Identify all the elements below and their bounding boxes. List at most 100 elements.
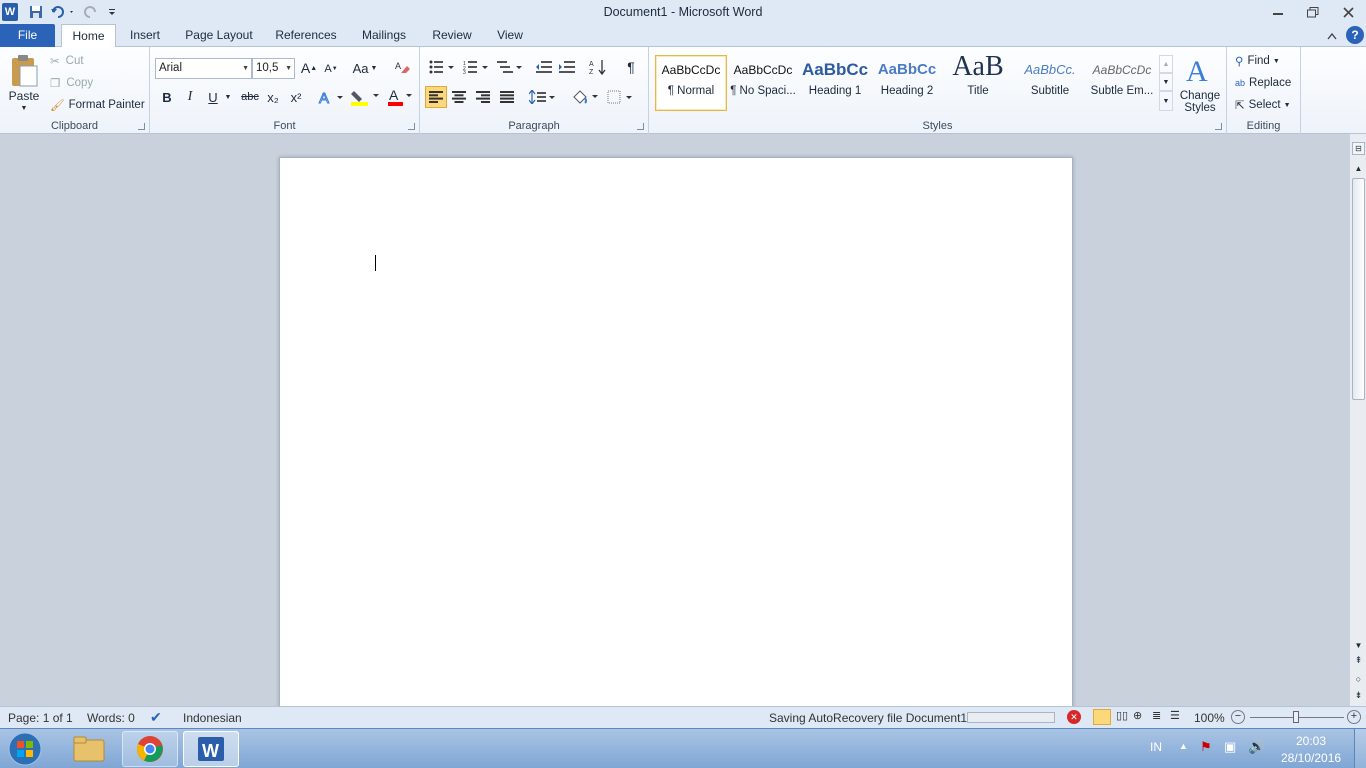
style-title[interactable]: AaB Title (943, 55, 1013, 110)
align-center-icon[interactable] (449, 87, 469, 107)
clear-formatting-icon[interactable]: A (393, 58, 413, 76)
show-formatting-icon[interactable]: ¶ (622, 57, 640, 77)
borders-icon[interactable] (606, 87, 634, 107)
tab-insert[interactable]: Insert (122, 24, 168, 47)
change-styles-button[interactable]: Change Styles (1175, 89, 1225, 115)
style-normal[interactable]: AaBbCcDc ¶ Normal (656, 55, 726, 110)
vertical-scrollbar[interactable]: ⊟ ▲ ▼ ⇞ ○ ⇟ (1349, 134, 1366, 706)
tab-file[interactable]: File (0, 24, 55, 47)
action-center-icon[interactable]: ⚑ (1200, 739, 1212, 755)
style-no-spacing[interactable]: AaBbCcDc ¶ No Spaci... (728, 55, 798, 110)
style-subtle-emphasis[interactable]: AaBbCcDc Subtle Em... (1087, 55, 1157, 110)
justify-icon[interactable] (497, 87, 517, 107)
clock-time[interactable]: 20:03 (1296, 734, 1326, 748)
word-taskbar-icon[interactable]: W (183, 731, 239, 767)
start-button[interactable] (3, 731, 47, 767)
show-hidden-icons-icon[interactable]: ▲ (1179, 741, 1188, 751)
style-heading-1[interactable]: AaBbCc Heading 1 (800, 55, 870, 110)
ruler-toggle-icon[interactable]: ⊟ (1352, 142, 1365, 155)
style-heading-2[interactable]: AaBbCc Heading 2 (872, 55, 942, 110)
network-icon[interactable]: ▣ (1224, 739, 1236, 755)
style-subtitle[interactable]: AaBbCc. Subtitle (1015, 55, 1085, 110)
paste-button[interactable]: Paste (4, 88, 44, 104)
shading-icon[interactable] (570, 87, 600, 107)
underline-dropdown-icon[interactable]: ▼ (223, 92, 233, 102)
page-count[interactable]: Page: 1 of 1 (8, 711, 73, 725)
italic-button[interactable]: I (181, 88, 199, 106)
restore-button[interactable] (1298, 2, 1328, 22)
zoom-in-icon[interactable]: + (1347, 710, 1361, 724)
previous-page-icon[interactable]: ⇞ (1352, 654, 1365, 667)
decrease-indent-icon[interactable] (534, 58, 554, 76)
help-icon[interactable]: ? (1346, 26, 1364, 44)
text-effects-icon[interactable]: A (317, 88, 345, 106)
web-layout-icon[interactable]: ⊕ (1133, 709, 1142, 722)
paragraph-launcher-icon[interactable] (637, 123, 644, 130)
bullets-icon[interactable] (428, 58, 456, 76)
scroll-up-icon[interactable]: ▲ (1352, 162, 1365, 175)
proofing-icon[interactable]: ✔ (150, 709, 162, 726)
superscript-button[interactable]: x² (286, 88, 306, 106)
next-page-icon[interactable]: ⇟ (1352, 689, 1365, 702)
file-explorer-icon[interactable] (61, 731, 117, 767)
align-right-icon[interactable] (473, 87, 493, 107)
tab-review[interactable]: Review (425, 24, 479, 47)
clock-date[interactable]: 28/10/2016 (1281, 751, 1341, 765)
bold-button[interactable]: B (158, 88, 176, 106)
replace-button[interactable]: ab Replace (1235, 75, 1291, 91)
full-screen-reading-icon[interactable]: ▯▯ (1116, 709, 1128, 722)
language-indicator[interactable]: Indonesian (183, 711, 242, 725)
minimize-button[interactable] (1263, 2, 1293, 22)
paste-dropdown-icon[interactable]: ▼ (19, 104, 29, 112)
align-left-icon[interactable] (425, 86, 447, 108)
find-button[interactable]: ⚲ Find ▼ (1235, 53, 1280, 69)
minimize-ribbon-icon[interactable] (1325, 29, 1339, 43)
styles-more-icon[interactable]: ▼ (1159, 91, 1173, 111)
paste-icon[interactable] (4, 51, 44, 89)
format-painter-button[interactable]: 🖌 Format Painter (50, 97, 145, 113)
tab-references[interactable]: References (270, 24, 342, 47)
subscript-button[interactable]: x₂ (263, 88, 283, 106)
zoom-out-icon[interactable]: − (1231, 710, 1245, 724)
document-page[interactable] (279, 157, 1073, 717)
strikethrough-button[interactable]: abc (238, 88, 262, 106)
volume-icon[interactable]: 🔊 (1248, 738, 1265, 755)
clipboard-launcher-icon[interactable] (138, 123, 145, 130)
font-launcher-icon[interactable] (408, 123, 415, 130)
draft-view-icon[interactable]: ☰ (1170, 709, 1180, 722)
cancel-save-icon[interactable]: ✕ (1067, 710, 1081, 724)
multilevel-list-icon[interactable] (496, 58, 524, 76)
numbering-icon[interactable]: 123 (462, 58, 490, 76)
cut-button[interactable]: ✂ Cut (50, 53, 84, 69)
input-language[interactable]: IN (1150, 740, 1162, 754)
font-name-select[interactable]: Arial ▼ (155, 58, 252, 79)
change-case-button[interactable]: Aa ▼ (351, 59, 379, 77)
styles-scroll-down-icon[interactable]: ▼ (1159, 73, 1173, 91)
chrome-icon[interactable] (122, 731, 178, 767)
select-browse-object-icon[interactable]: ○ (1352, 672, 1365, 685)
word-count[interactable]: Words: 0 (87, 711, 135, 725)
line-spacing-icon[interactable] (528, 87, 556, 107)
change-styles-icon[interactable]: A (1179, 51, 1221, 87)
zoom-slider-thumb[interactable] (1293, 711, 1299, 723)
copy-button[interactable]: ❐ Copy (50, 75, 93, 91)
tab-mailings[interactable]: Mailings (355, 24, 413, 47)
zoom-level[interactable]: 100% (1194, 711, 1225, 725)
outline-view-icon[interactable]: ≣ (1152, 709, 1161, 722)
sort-icon[interactable]: AZ (588, 57, 608, 77)
select-button[interactable]: ⇱ Select ▼ (1235, 97, 1291, 113)
styles-scroll-up-icon[interactable]: ▲ (1159, 55, 1173, 73)
shrink-font-icon[interactable]: A ▼ (322, 60, 340, 78)
font-color-icon[interactable]: A (386, 86, 414, 108)
styles-launcher-icon[interactable] (1215, 123, 1222, 130)
tab-page-layout[interactable]: Page Layout (180, 24, 258, 47)
increase-indent-icon[interactable] (557, 58, 577, 76)
close-window-button[interactable] (1333, 2, 1363, 22)
show-desktop-button[interactable] (1354, 729, 1366, 768)
font-size-select[interactable]: 10,5 ▼ (252, 58, 295, 79)
tab-view[interactable]: View (490, 24, 530, 47)
underline-button[interactable]: U (204, 88, 222, 106)
scroll-down-icon[interactable]: ▼ (1352, 639, 1365, 652)
tab-home[interactable]: Home (61, 24, 116, 48)
scroll-thumb[interactable] (1352, 178, 1365, 400)
